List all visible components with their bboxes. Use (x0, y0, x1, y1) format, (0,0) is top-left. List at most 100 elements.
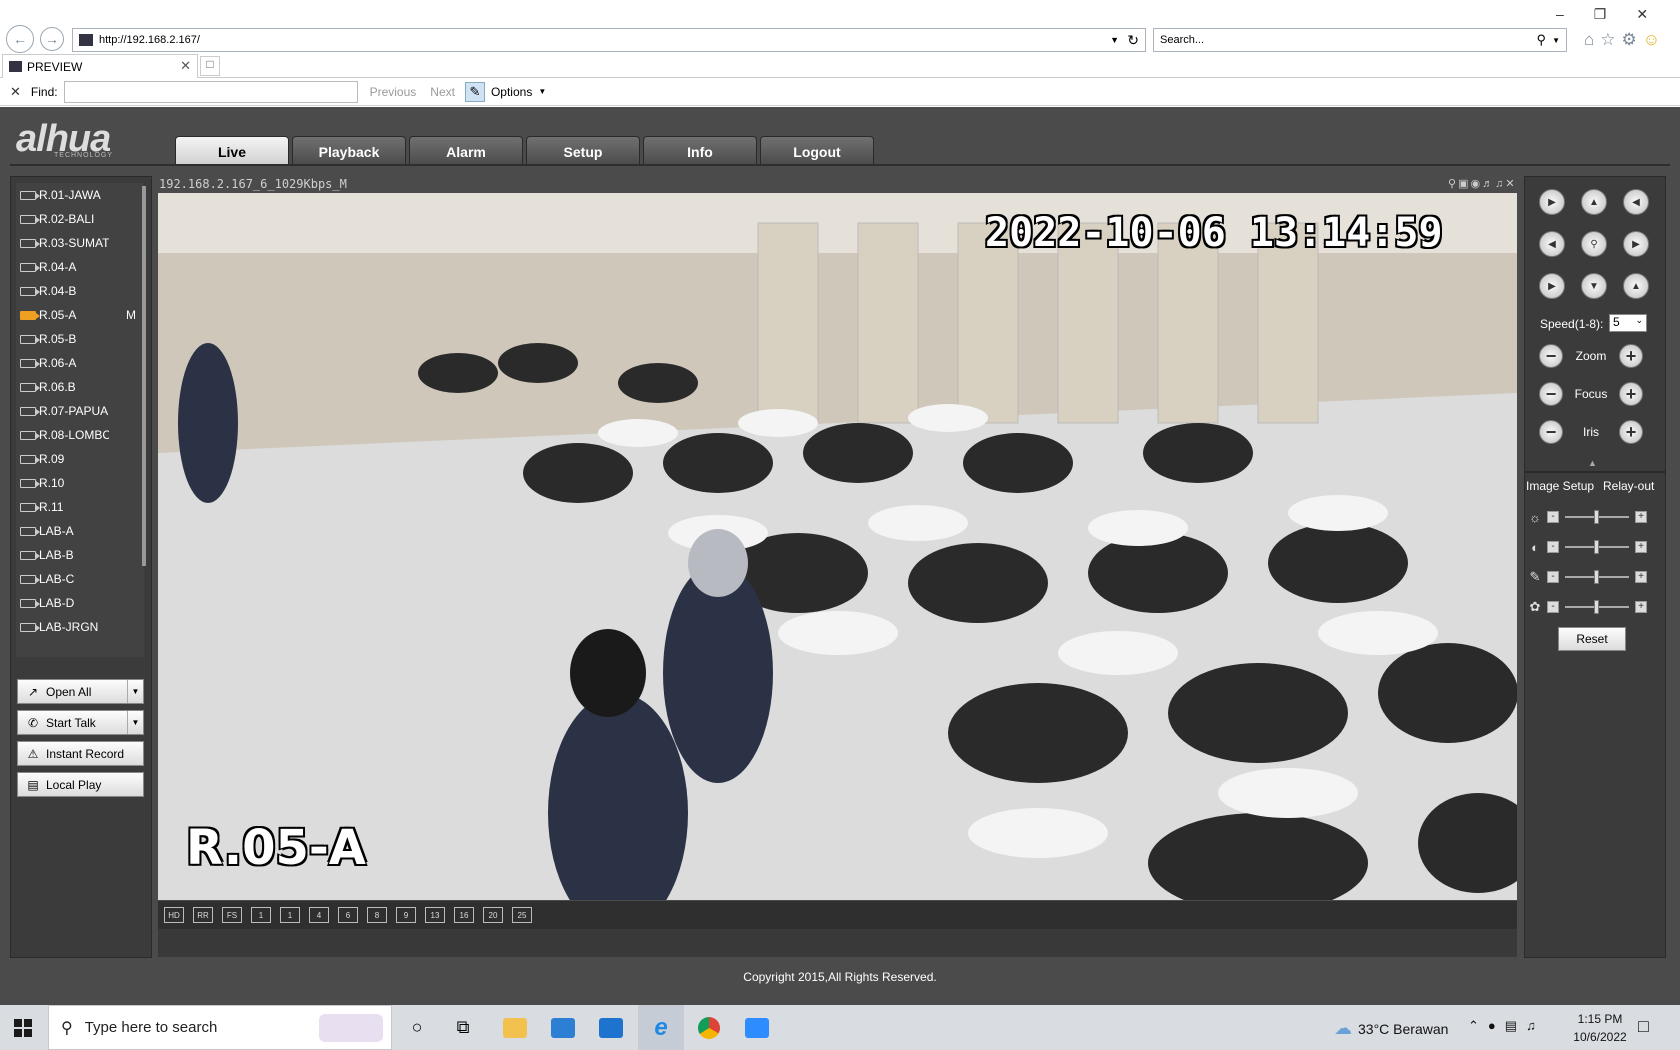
saturation-plus-button[interactable]: + (1635, 571, 1647, 583)
camera-item[interactable]: R.10 (16, 471, 144, 495)
layout-button[interactable]: FS (222, 907, 242, 923)
search-dropdown-icon[interactable]: ▼ (1552, 36, 1560, 45)
browser-search-input[interactable]: Search... ⚲ ▼ (1153, 28, 1567, 52)
new-tab-button[interactable]: □ (200, 56, 220, 76)
tray-chevron-icon[interactable]: ⌃ (1468, 1018, 1488, 1033)
contrast-knob[interactable] (1594, 540, 1599, 554)
camera-list-scrollbar[interactable] (142, 186, 146, 566)
layout-button[interactable]: 8 (367, 907, 387, 923)
brightness-slider[interactable] (1565, 510, 1629, 524)
hue-plus-button[interactable]: + (1635, 601, 1647, 613)
ptz-up-right-button[interactable]: ◀ (1623, 189, 1649, 215)
tab-close-icon[interactable]: ✕ (180, 58, 191, 74)
volume-icon[interactable]: ♫ (1526, 1018, 1545, 1033)
layout-button[interactable]: RR (193, 907, 213, 923)
close-window-icon[interactable]: ✕ (1636, 6, 1678, 22)
reset-button[interactable]: Reset (1558, 627, 1626, 651)
focus-plus-button[interactable]: + (1619, 382, 1643, 406)
camera-item[interactable]: R.11 (16, 495, 144, 519)
nav-info[interactable]: Info (643, 136, 757, 166)
camera-item[interactable]: LAB-JRGN (16, 615, 144, 639)
highlight-icon[interactable]: ✎ (464, 81, 485, 102)
ptz-up-left-button[interactable]: ▶ (1539, 189, 1565, 215)
find-options-button[interactable]: Options (491, 85, 532, 99)
settings-gear-icon[interactable]: ⚙ (1622, 30, 1643, 49)
iris-minus-button[interactable]: − (1539, 420, 1563, 444)
focus-minus-button[interactable]: − (1539, 382, 1563, 406)
options-dropdown-icon[interactable]: ▼ (538, 87, 546, 96)
iris-plus-button[interactable]: + (1619, 420, 1643, 444)
digital-zoom-icon[interactable]: ⚲ (1448, 178, 1458, 190)
task-view-button[interactable]: ⧉ (440, 1005, 486, 1050)
contrast-minus-button[interactable]: - (1547, 541, 1559, 553)
layout-button[interactable]: 25 (512, 907, 532, 923)
clock[interactable]: 1:15 PM 10/6/2022 (1568, 1012, 1632, 1044)
camera-item[interactable]: R.08-LOMBC (16, 423, 144, 447)
refresh-icon[interactable]: ↻ (1127, 32, 1139, 49)
notifications-icon[interactable]: □ (1638, 1016, 1649, 1037)
camera-item[interactable]: LAB-D (16, 591, 144, 615)
brightness-knob[interactable] (1594, 510, 1599, 524)
address-bar[interactable]: http://192.168.2.167/ ▼ ↻ (72, 28, 1146, 52)
camera-item[interactable]: R.04-B (16, 279, 144, 303)
ptz-left-button[interactable]: ◀ (1539, 231, 1565, 257)
cortana-button[interactable]: ○ (394, 1005, 440, 1050)
ptz-down-left-button[interactable]: ▶ (1539, 273, 1565, 299)
saturation-knob[interactable] (1594, 570, 1599, 584)
contrast-slider[interactable] (1565, 540, 1629, 554)
saturation-minus-button[interactable]: - (1547, 571, 1559, 583)
ptz-down-button[interactable]: ▼ (1581, 273, 1607, 299)
favorites-star-icon[interactable]: ☆ (1600, 30, 1621, 49)
microphone-icon[interactable]: ● (1488, 1018, 1505, 1033)
snapshot-icon[interactable]: ▣ (1458, 178, 1470, 190)
tab-image-setup[interactable]: Image Setup (1526, 479, 1594, 493)
nav-setup[interactable]: Setup (526, 136, 640, 166)
camera-item[interactable]: R.05-A M (16, 303, 144, 327)
find-previous-button[interactable]: Previous (370, 85, 417, 99)
local-play-button[interactable]: ▤ Local Play (17, 772, 144, 797)
address-dropdown-icon[interactable]: ▼ (1110, 35, 1119, 45)
start-talk-dropdown-icon[interactable]: ▼ (127, 711, 143, 734)
camera-item[interactable]: R.07-PAPUA (16, 399, 144, 423)
browser-tab-preview[interactable]: PREVIEW ✕ (2, 54, 198, 78)
camera-item[interactable]: R.09 (16, 447, 144, 471)
back-button[interactable]: ← (6, 25, 34, 53)
saturation-slider[interactable] (1565, 570, 1629, 584)
ptz-down-right-button[interactable]: ▲ (1623, 273, 1649, 299)
find-next-button[interactable]: Next (430, 85, 455, 99)
hue-knob[interactable] (1594, 600, 1599, 614)
layout-button[interactable]: 4 (309, 907, 329, 923)
minimize-icon[interactable]: – (1556, 6, 1594, 22)
layout-button[interactable]: HD (164, 907, 184, 923)
internet-explorer-button[interactable]: e (638, 1005, 684, 1050)
open-all-button[interactable]: ↗ Open All ▼ (17, 679, 144, 704)
ptz-up-button[interactable]: ▲ (1581, 189, 1607, 215)
ptz-right-button[interactable]: ▶ (1623, 231, 1649, 257)
layout-button[interactable]: 1 (251, 907, 271, 923)
hue-minus-button[interactable]: - (1547, 601, 1559, 613)
brightness-minus-button[interactable]: - (1547, 511, 1559, 523)
layout-button[interactable]: 1 (280, 907, 300, 923)
audio-icon[interactable]: ♬ (1482, 178, 1495, 190)
camera-item[interactable]: R.04-A (16, 255, 144, 279)
layout-button[interactable]: 16 (454, 907, 474, 923)
open-all-dropdown-icon[interactable]: ▼ (127, 680, 143, 703)
contrast-plus-button[interactable]: + (1635, 541, 1647, 553)
layout-button[interactable]: 6 (338, 907, 358, 923)
file-explorer-button[interactable] (492, 1005, 538, 1050)
instant-record-button[interactable]: ⚠ Instant Record (17, 741, 144, 766)
camera-item[interactable]: R.02-BALI (16, 207, 144, 231)
zoom-in-button[interactable]: + (1619, 344, 1643, 368)
nav-live[interactable]: Live (175, 136, 289, 166)
mail-button[interactable] (588, 1005, 634, 1050)
camera-item[interactable]: LAB-A (16, 519, 144, 543)
taskbar-search-box[interactable]: ⚲ Type here to search (48, 1005, 392, 1050)
layout-button[interactable]: 20 (483, 907, 503, 923)
live-video-feed[interactable] (158, 193, 1517, 900)
record-icon[interactable]: ◉ (1470, 178, 1482, 190)
camera-item[interactable]: R.01-JAWA (16, 183, 144, 207)
hue-slider[interactable] (1565, 600, 1629, 614)
start-button[interactable] (0, 1005, 46, 1050)
camera-item[interactable]: LAB-C (16, 567, 144, 591)
brightness-plus-button[interactable]: + (1635, 511, 1647, 523)
